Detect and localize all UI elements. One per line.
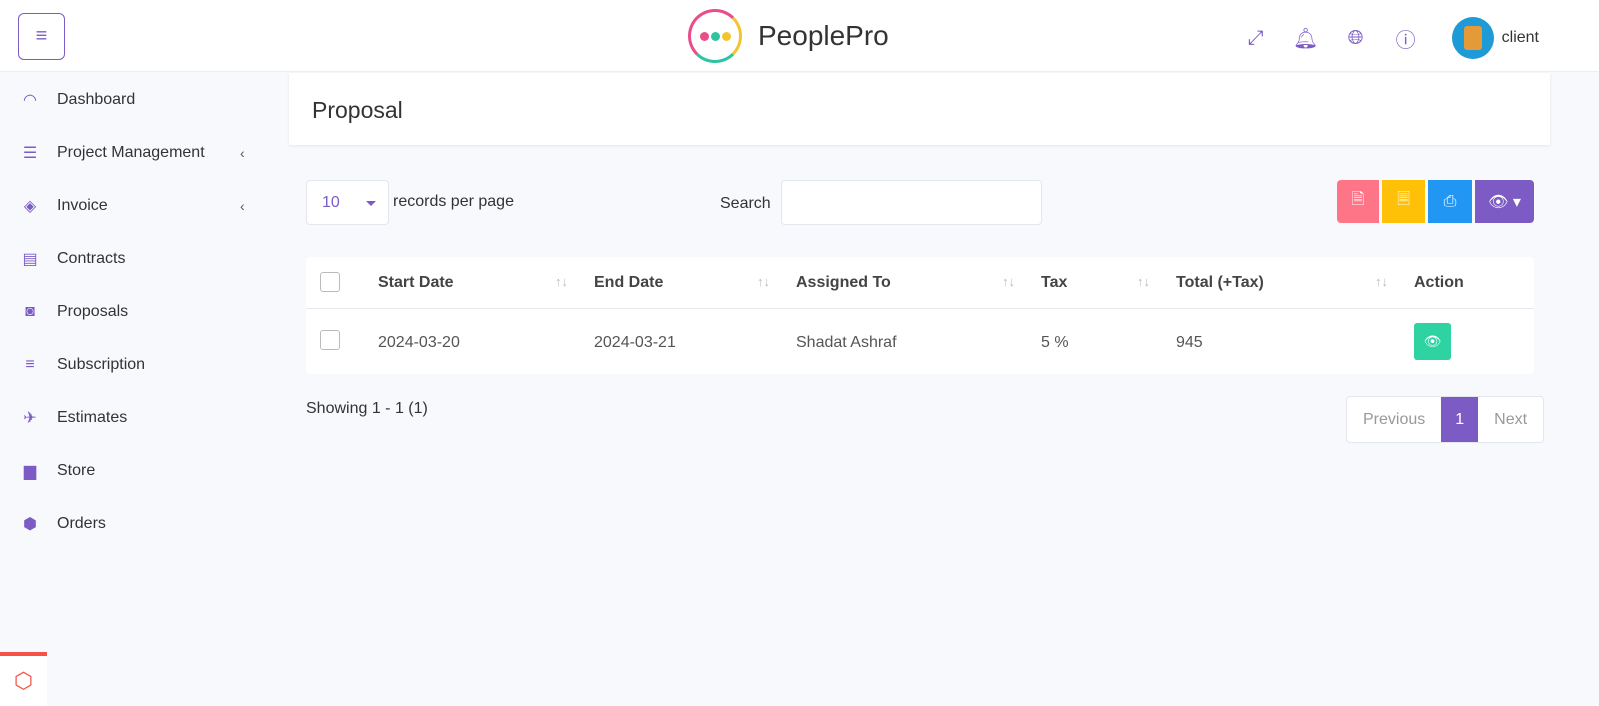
gauge-icon: ◠ [23, 91, 37, 109]
sidebar-item-proposals[interactable]: ◙ Proposals [0, 285, 270, 338]
laravel-debugbar-icon[interactable]: ⬡ [0, 652, 47, 706]
sort-icon[interactable]: ↑↓ [1137, 274, 1150, 289]
table-row: 2024-03-20 2024-03-21 Shadat Ashraf 5 % … [306, 317, 1534, 369]
start-date-cell: 2024-03-20 [378, 334, 460, 351]
print-button[interactable]: ⎙ [1428, 180, 1472, 223]
header-end-date[interactable]: End Date [594, 274, 663, 292]
records-per-page-label: records per page [393, 193, 514, 210]
sidebar-item-label: Orders [57, 514, 106, 532]
sidebar-item-subscription[interactable]: ≡ Subscription [0, 338, 270, 391]
print-icon: ⎙ [1443, 192, 1457, 210]
chevron-left-icon: ‹ [240, 197, 245, 214]
total-cell: 945 [1176, 334, 1203, 351]
top-bar: ≡ PeoplePro ⤢ 🔔︎ 🌐︎ ⓘ client [0, 0, 1599, 72]
sidebar-item-label: Invoice [57, 196, 108, 214]
sort-icon[interactable]: ↑↓ [757, 274, 770, 289]
sidebar-item-label: Store [57, 461, 96, 479]
assigned-to-cell: Shadat Ashraf [796, 334, 897, 351]
brand[interactable]: PeoplePro [688, 9, 889, 63]
sidebar-item-orders[interactable]: ⬢ Orders [0, 497, 270, 550]
app-name: PeoplePro [758, 20, 889, 51]
page-header: Proposal [289, 73, 1550, 145]
sort-icon[interactable]: ↑↓ [1002, 274, 1015, 289]
header-assigned-to[interactable]: Assigned To [796, 274, 891, 292]
pdf-export-button[interactable]: 🗎 [1337, 180, 1379, 223]
hexagon-icon: ⬢ [23, 515, 37, 533]
header-tax[interactable]: Tax [1041, 274, 1067, 292]
sidebar-item-store[interactable]: ▆ Store [0, 444, 270, 497]
previous-page-button[interactable]: Previous [1347, 397, 1441, 442]
header-total[interactable]: Total (+Tax) [1176, 274, 1264, 292]
eye-icon: 👁︎ [1423, 333, 1442, 349]
file-icon: ▤ [22, 250, 38, 268]
page-title: Proposal [312, 97, 403, 123]
sliders-icon: ≡ [25, 355, 35, 373]
hamburger-icon: ≡ [35, 25, 48, 47]
sidebar-item-label: Estimates [57, 408, 128, 426]
tax-cell: 5 % [1041, 334, 1069, 351]
sidebar-item-label: Project Management [57, 143, 205, 161]
bell-icon[interactable]: 🔔︎ [1293, 26, 1318, 50]
sort-icon[interactable]: ↑↓ [1375, 274, 1388, 289]
ticket-icon: ◈ [23, 197, 37, 215]
peoplepro-logo [688, 9, 742, 63]
fullscreen-icon[interactable]: ⤢ [1244, 26, 1268, 50]
sidebar-item-estimates[interactable]: ✈ Estimates [0, 391, 270, 444]
proposal-table: Start Date ↑↓ End Date ↑↓ Assigned To ↑↓ Ta… [306, 257, 1534, 374]
file-text-icon: 🗏 [1397, 191, 1410, 208]
next-page-button[interactable]: Next [1478, 397, 1543, 442]
sidebar-item-invoice[interactable]: ◈ Invoice ‹ [0, 179, 270, 232]
sidebar: ◠ Dashboard ☰ Project Management ‹ ◈ Invoice ‹ ▤… [0, 73, 270, 550]
list-icon: ☰ [22, 144, 38, 162]
pagination: Previous 1 Next [1346, 396, 1545, 443]
sidebar-item-label: Contracts [57, 249, 126, 267]
avatar[interactable] [1451, 17, 1494, 59]
chevron-left-icon: ‹ [240, 144, 245, 161]
row-checkbox[interactable] [320, 330, 340, 350]
sort-icon[interactable]: ↑↓ [555, 274, 568, 289]
plane-icon: ✈ [23, 409, 37, 427]
sidebar-item-dashboard[interactable]: ◠ Dashboard [0, 73, 270, 126]
info-icon[interactable]: ⓘ [1394, 26, 1418, 52]
end-date-cell: 2024-03-21 [594, 334, 676, 351]
file-pdf-icon: 🗎 [1351, 191, 1365, 208]
username[interactable]: client [1502, 29, 1539, 47]
slideshare-icon: ◙ [25, 302, 35, 320]
page-1-button[interactable]: 1 [1441, 397, 1479, 442]
shopping-bag-icon: ▆ [23, 462, 37, 480]
search-input[interactable] [781, 180, 1042, 225]
sidebar-item-contracts[interactable]: ▤ Contracts [0, 232, 270, 285]
column-visibility-button[interactable]: 👁︎ ▾ [1475, 180, 1534, 223]
menu-toggle-button[interactable]: ≡ [18, 13, 65, 60]
records-per-page-select[interactable]: 10 [306, 180, 389, 225]
view-proposal-button[interactable]: 👁︎ [1414, 323, 1451, 360]
eye-icon: 👁︎ ▾ [1488, 193, 1521, 211]
select-all-checkbox[interactable] [320, 272, 340, 292]
csv-export-button[interactable]: 🗏 [1382, 180, 1425, 223]
header-start-date[interactable]: Start Date [378, 274, 454, 292]
header-action: Action [1414, 274, 1464, 291]
search-label: Search [720, 195, 771, 212]
sidebar-item-label: Subscription [57, 355, 146, 373]
globe-icon[interactable]: 🌐︎ [1344, 26, 1368, 50]
sidebar-item-label: Proposals [57, 302, 129, 320]
sidebar-item-label: Dashboard [57, 90, 136, 108]
sidebar-item-project-management[interactable]: ☰ Project Management ‹ [0, 126, 270, 179]
showing-info: Showing 1 - 1 (1) [306, 400, 428, 417]
table-header-row: Start Date ↑↓ End Date ↑↓ Assigned To ↑↓ Ta… [306, 257, 1534, 309]
